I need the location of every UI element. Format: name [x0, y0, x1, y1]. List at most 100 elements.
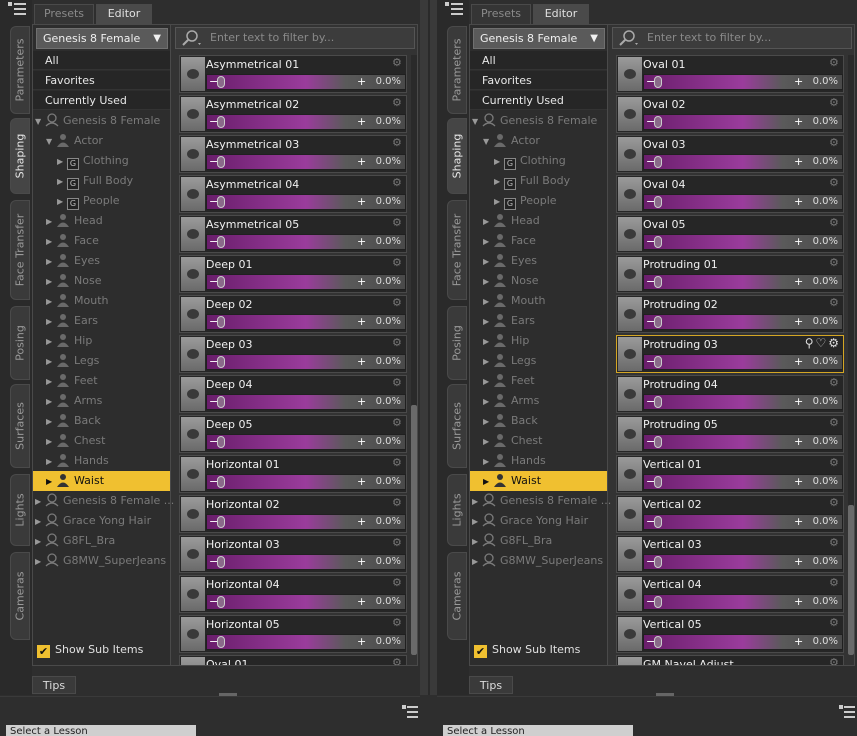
gear-icon[interactable]: ⚙ [392, 657, 404, 666]
tree-node[interactable]: ▶ Back [470, 411, 607, 431]
property-value[interactable]: 0.0% [813, 195, 838, 209]
tab-editor[interactable]: Editor [533, 4, 589, 24]
property-slider-row[interactable]: Oval 01⚙−+ [179, 655, 407, 665]
tree-node[interactable]: ▶ G8FL_Bra [470, 531, 607, 551]
increment-button[interactable]: + [794, 235, 803, 249]
expand-arrow-icon[interactable]: ▶ [483, 232, 493, 252]
increment-button[interactable]: + [357, 515, 366, 529]
lesson-select[interactable]: Select a Lesson [6, 725, 196, 736]
value-slider[interactable]: − +0.0% [206, 234, 406, 250]
increment-button[interactable]: + [794, 475, 803, 489]
slider-knob[interactable] [217, 356, 225, 368]
property-slider-row[interactable]: Protruding 03 ⚲♡⚙ − +0.0% [616, 335, 844, 373]
property-slider-row[interactable]: Oval 02 ⚙ − +0.0% [616, 95, 844, 133]
increment-button[interactable]: + [794, 595, 803, 609]
value-slider[interactable]: − +0.0% [643, 234, 843, 250]
expand-arrow-icon[interactable]: ▶ [46, 252, 56, 272]
expand-arrow-icon[interactable]: ▶ [483, 372, 493, 392]
tree-node[interactable]: ▶ Ears [33, 311, 170, 331]
increment-button[interactable]: + [357, 595, 366, 609]
value-slider[interactable]: − +0.0% [643, 634, 843, 650]
property-slider-row[interactable]: GM Navel Adjust⚙−+ [616, 655, 844, 665]
expand-arrow-icon[interactable]: ▶ [35, 512, 45, 532]
tree-node[interactable]: ▶ Grace Yong Hair [33, 511, 170, 531]
value-slider[interactable]: − +0.0% [643, 514, 843, 530]
slider-knob[interactable] [217, 76, 225, 88]
property-slider-row[interactable]: Vertical 03 ⚙ − +0.0% [616, 535, 844, 573]
increment-button[interactable]: + [357, 235, 366, 249]
value-slider[interactable]: − +0.0% [206, 394, 406, 410]
value-slider[interactable]: − +0.0% [206, 154, 406, 170]
tree-node[interactable]: ▶ G Clothing [33, 151, 170, 171]
vtab-surfaces[interactable]: Surfaces [447, 384, 467, 468]
increment-button[interactable]: + [357, 555, 366, 569]
gear-icon[interactable]: ⚙ [392, 137, 404, 149]
value-slider[interactable]: − +0.0% [643, 594, 843, 610]
property-value[interactable]: 0.0% [813, 475, 838, 489]
tree-node[interactable]: ▶ Head [33, 211, 170, 231]
gear-icon[interactable]: ⚙ [829, 137, 841, 149]
property-slider-row[interactable]: Vertical 02 ⚙ − +0.0% [616, 495, 844, 533]
expand-arrow-icon[interactable]: ▶ [46, 292, 56, 312]
tree-node[interactable]: ▶ Feet [470, 371, 607, 391]
property-value[interactable]: 0.0% [376, 275, 401, 289]
property-value[interactable]: 0.0% [376, 595, 401, 609]
tree-node[interactable]: ▶ Genesis 8 Female ... [470, 491, 611, 511]
increment-button[interactable]: + [357, 395, 366, 409]
property-slider-row[interactable]: Horizontal 05 ⚙ − +0.0% [179, 615, 407, 653]
expand-arrow-icon[interactable]: ▶ [483, 452, 493, 472]
tree-node[interactable]: ▶ Feet [33, 371, 170, 391]
slider-knob[interactable] [654, 76, 662, 88]
slider-knob[interactable] [654, 636, 662, 648]
tree-node[interactable]: ▶ Hands [33, 451, 170, 471]
value-slider[interactable]: − +0.0% [206, 274, 406, 290]
slider-knob[interactable] [217, 236, 225, 248]
property-value[interactable]: 0.0% [813, 75, 838, 89]
increment-button[interactable]: + [357, 635, 366, 649]
pane-divider[interactable] [420, 0, 437, 695]
category-currently-used[interactable]: Currently Used [470, 91, 607, 110]
expand-arrow-icon[interactable]: ▶ [483, 312, 493, 332]
value-slider[interactable]: − +0.0% [643, 554, 843, 570]
slider-knob[interactable] [217, 196, 225, 208]
slider-knob[interactable] [217, 516, 225, 528]
property-value[interactable]: 0.0% [376, 555, 401, 569]
slider-knob[interactable] [217, 556, 225, 568]
property-slider-row[interactable]: Asymmetrical 04 ⚙ − +0.0% [179, 175, 407, 213]
property-slider-row[interactable]: Oval 05 ⚙ − +0.0% [616, 215, 844, 253]
property-slider-row[interactable]: Deep 04 ⚙ − +0.0% [179, 375, 407, 413]
slider-knob[interactable] [217, 396, 225, 408]
value-slider[interactable]: − +0.0% [643, 194, 843, 210]
vtab-lights[interactable]: Lights [447, 474, 467, 546]
vtab-face-transfer[interactable]: Face Transfer [10, 200, 30, 300]
slider-knob[interactable] [654, 516, 662, 528]
category-favorites[interactable]: Favorites [470, 71, 607, 90]
vtab-parameters[interactable]: Parameters [10, 26, 30, 114]
category-favorites[interactable]: Favorites [33, 71, 170, 90]
expand-arrow-icon[interactable]: ▶ [483, 332, 493, 352]
collapse-arrow-icon[interactable]: ▼ [472, 112, 482, 132]
tree-node[interactable]: ▶ Nose [33, 271, 170, 291]
gear-icon[interactable]: ⚙ [829, 297, 841, 309]
expand-arrow-icon[interactable]: ▶ [35, 552, 45, 572]
property-value[interactable]: 0.0% [376, 235, 401, 249]
expand-arrow-icon[interactable]: ▶ [472, 512, 482, 532]
expand-arrow-icon[interactable]: ▶ [483, 432, 493, 452]
collapse-arrow-icon[interactable]: ▼ [35, 112, 45, 132]
expand-arrow-icon[interactable]: ▶ [483, 472, 493, 492]
property-value[interactable]: 0.0% [376, 395, 401, 409]
tips-tab[interactable]: Tips [469, 676, 513, 694]
scrollbar-thumb[interactable] [848, 505, 854, 655]
increment-button[interactable]: + [794, 315, 803, 329]
tree-node[interactable]: ▶ Grace Yong Hair [470, 511, 607, 531]
vtab-shaping[interactable]: Shaping [447, 118, 467, 194]
slider-knob[interactable] [654, 476, 662, 488]
slider-knob[interactable] [654, 436, 662, 448]
increment-button[interactable]: + [794, 635, 803, 649]
property-slider-row[interactable]: Horizontal 01 ⚙ − +0.0% [179, 455, 407, 493]
show-sub-items-checkbox[interactable]: ✔ Show Sub Items [474, 643, 580, 658]
vtab-posing[interactable]: Posing [447, 306, 467, 380]
panel-menu-icon[interactable] [839, 705, 855, 719]
property-slider-row[interactable]: Deep 01 ⚙ − +0.0% [179, 255, 407, 293]
expand-arrow-icon[interactable]: ▶ [57, 192, 67, 212]
